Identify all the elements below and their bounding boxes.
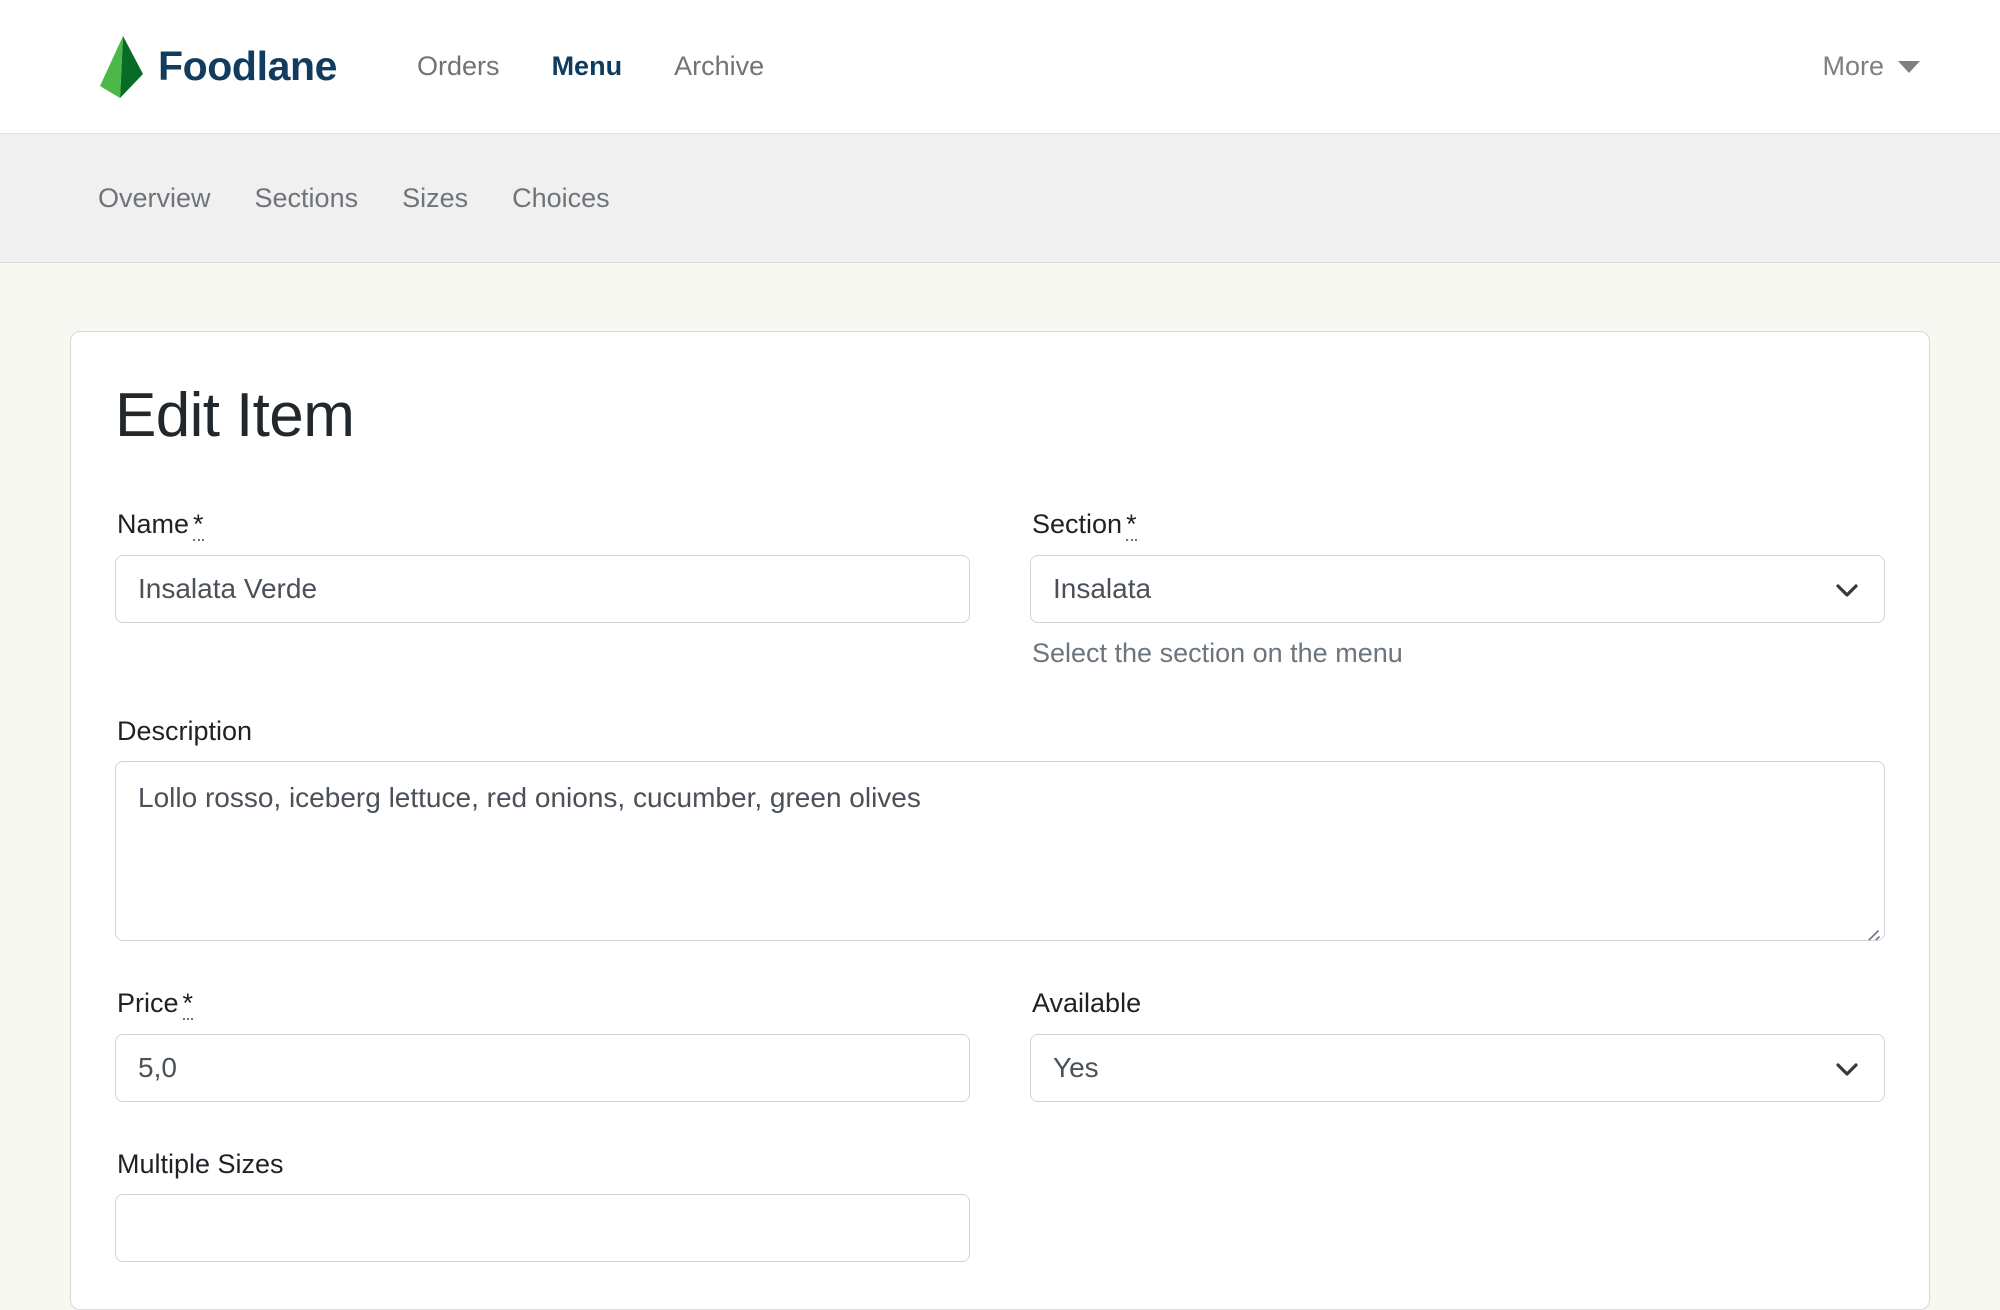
form-row-description: Description Lollo rosso, iceberg lettuce… xyxy=(115,715,1885,942)
field-group-section: Section * Insalata Select the section on … xyxy=(1030,508,1885,669)
price-input-value: 5,0 xyxy=(138,1051,177,1083)
price-label: Price * xyxy=(117,987,970,1021)
section-select[interactable]: Insalata xyxy=(1030,554,1885,623)
row-spacer xyxy=(115,1126,1885,1148)
nav-link-orders[interactable]: Orders xyxy=(391,41,526,92)
price-label-text: Price xyxy=(117,988,179,1019)
field-group-placeholder xyxy=(1030,1148,1885,1262)
required-marker: * xyxy=(182,988,194,1021)
field-group-description: Description Lollo rosso, iceberg lettuce… xyxy=(115,715,1885,942)
edit-item-card: Edit Item Name * Insalata Verde Section * … xyxy=(70,331,1930,1310)
price-input[interactable]: 5,0 xyxy=(115,1033,970,1102)
field-group-available: Available Yes xyxy=(1030,987,1885,1102)
brand-name: Foodlane xyxy=(158,43,338,89)
brand-logo-link[interactable]: Foodlane xyxy=(98,34,337,100)
page-body: Edit Item Name * Insalata Verde Section * … xyxy=(0,263,2000,1310)
field-group-multiple-sizes: Multiple Sizes xyxy=(115,1148,970,1263)
more-label: More xyxy=(1822,51,1884,81)
section-select-value: Insalata xyxy=(1053,572,1152,604)
available-select-value: Yes xyxy=(1053,1051,1099,1083)
name-input[interactable]: Insalata Verde xyxy=(115,554,970,623)
navbar-right: More xyxy=(1800,41,1942,92)
chevron-down-icon xyxy=(1836,575,1862,603)
subnav-item-sizes[interactable]: Sizes xyxy=(380,173,490,224)
form-row-price-available: Price * 5,0 Available Yes xyxy=(115,987,1885,1102)
section-label: Section * xyxy=(1032,508,1885,542)
secondary-nav: Overview Sections Sizes Choices xyxy=(0,133,2000,263)
multiple-sizes-input[interactable] xyxy=(115,1194,970,1263)
leaf-logo-icon xyxy=(98,34,144,100)
description-label: Description xyxy=(117,715,253,746)
section-label-text: Section xyxy=(1032,509,1123,540)
subnav-item-overview[interactable]: Overview xyxy=(76,173,233,224)
description-textarea-value: Lollo rosso, iceberg lettuce, red onions… xyxy=(138,782,921,814)
available-label: Available xyxy=(1032,988,1142,1019)
row-spacer xyxy=(115,965,1885,987)
field-group-name: Name * Insalata Verde xyxy=(115,508,970,669)
chevron-down-icon xyxy=(1898,60,1920,73)
field-group-price: Price * 5,0 xyxy=(115,987,970,1102)
form-row-name-section: Name* Insalata Verde Section* Insalata xyxy=(115,508,1885,669)
name-label-text: Name xyxy=(117,509,190,540)
subnav-item-sections[interactable]: Sections xyxy=(233,173,381,224)
name-label: Name * xyxy=(117,508,970,542)
chevron-down-icon xyxy=(1836,1054,1862,1082)
required-marker: * xyxy=(1126,509,1137,542)
available-select[interactable]: Yes xyxy=(1030,1033,1885,1102)
required-marker: * xyxy=(193,509,204,542)
nav-link-archive[interactable]: Archive xyxy=(648,41,790,92)
resize-grip-icon[interactable] xyxy=(1861,917,1881,941)
row-spacer xyxy=(115,693,1885,715)
name-input-value: Insalata Verde xyxy=(138,572,318,604)
page-title: Edit Item xyxy=(115,381,355,450)
primary-nav: Orders Menu Archive xyxy=(391,41,790,92)
form-row-multiple-sizes: Multiple Sizes xyxy=(115,1148,1885,1263)
nav-link-menu[interactable]: Menu xyxy=(526,41,649,92)
subnav-item-choices[interactable]: Choices xyxy=(490,173,632,224)
more-dropdown-toggle[interactable]: More xyxy=(1800,41,1942,92)
description-textarea[interactable]: Lollo rosso, iceberg lettuce, red onions… xyxy=(115,761,1885,942)
multiple-sizes-label: Multiple Sizes xyxy=(117,1148,284,1179)
section-help-text: Select the section on the menu xyxy=(1032,637,1403,668)
top-navbar: Foodlane Orders Menu Archive More xyxy=(0,0,2000,133)
